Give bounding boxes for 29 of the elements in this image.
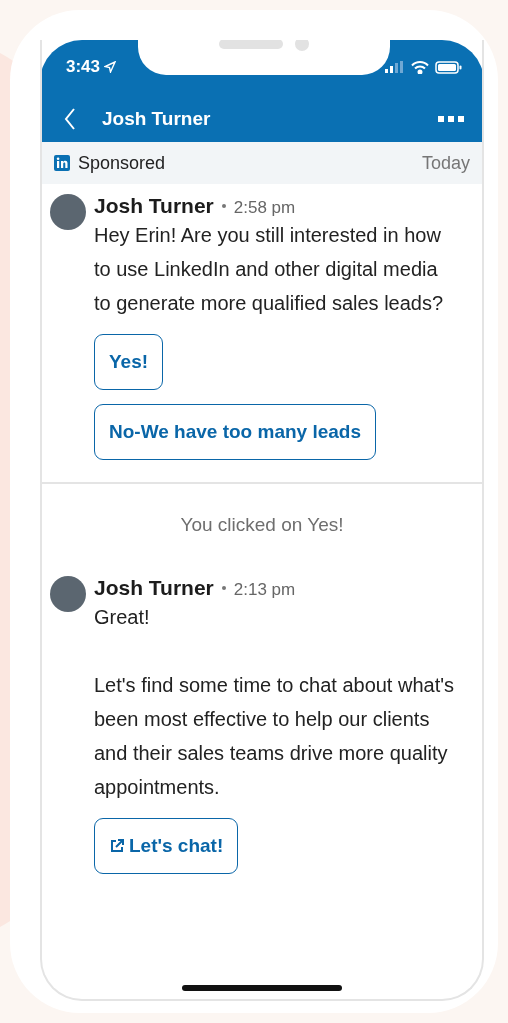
back-icon[interactable] (64, 108, 76, 130)
message-time: 2:13 pm (233, 580, 296, 600)
avatar (50, 576, 86, 612)
system-note: You clicked on Yes! (180, 514, 344, 536)
linkedin-logo-icon (54, 155, 70, 171)
sponsored-label: Sponsored (78, 152, 167, 174)
conversation-title: Josh Turner (102, 108, 212, 130)
camera (295, 40, 309, 51)
message-text: Let's find some time to chat about what's been most effective to help our clients and their sales teams drive more quality appointments. (94, 673, 456, 800)
lets-chat-button[interactable]: Let's chat! (94, 818, 239, 874)
avatar (50, 194, 86, 230)
battery-icon (435, 60, 462, 74)
sender-name[interactable]: Josh Turner (94, 194, 214, 218)
signal-icon (385, 61, 405, 73)
reply-button[interactable]: Yes! (94, 334, 164, 390)
separator-dot (221, 204, 226, 208)
banner-date: Today (421, 152, 470, 174)
reply-button[interactable]: No-We have too many leads (94, 404, 376, 460)
location-arrow-icon (104, 61, 117, 73)
more-icon[interactable] (438, 116, 464, 122)
speaker (219, 40, 283, 49)
separator-dot (221, 586, 226, 590)
sender-name[interactable]: Josh Turner (94, 576, 214, 600)
message-text: Great! (94, 605, 151, 630)
wifi-icon (411, 60, 429, 74)
status-time: 3:43 (66, 57, 117, 77)
message-text: Hey Erin! Are you still interested in how to use LinkedIn and other digital media to generate more qualified sales leads? (94, 223, 445, 316)
message-time: 2:58 pm (233, 198, 296, 218)
external-link-icon (109, 838, 125, 854)
